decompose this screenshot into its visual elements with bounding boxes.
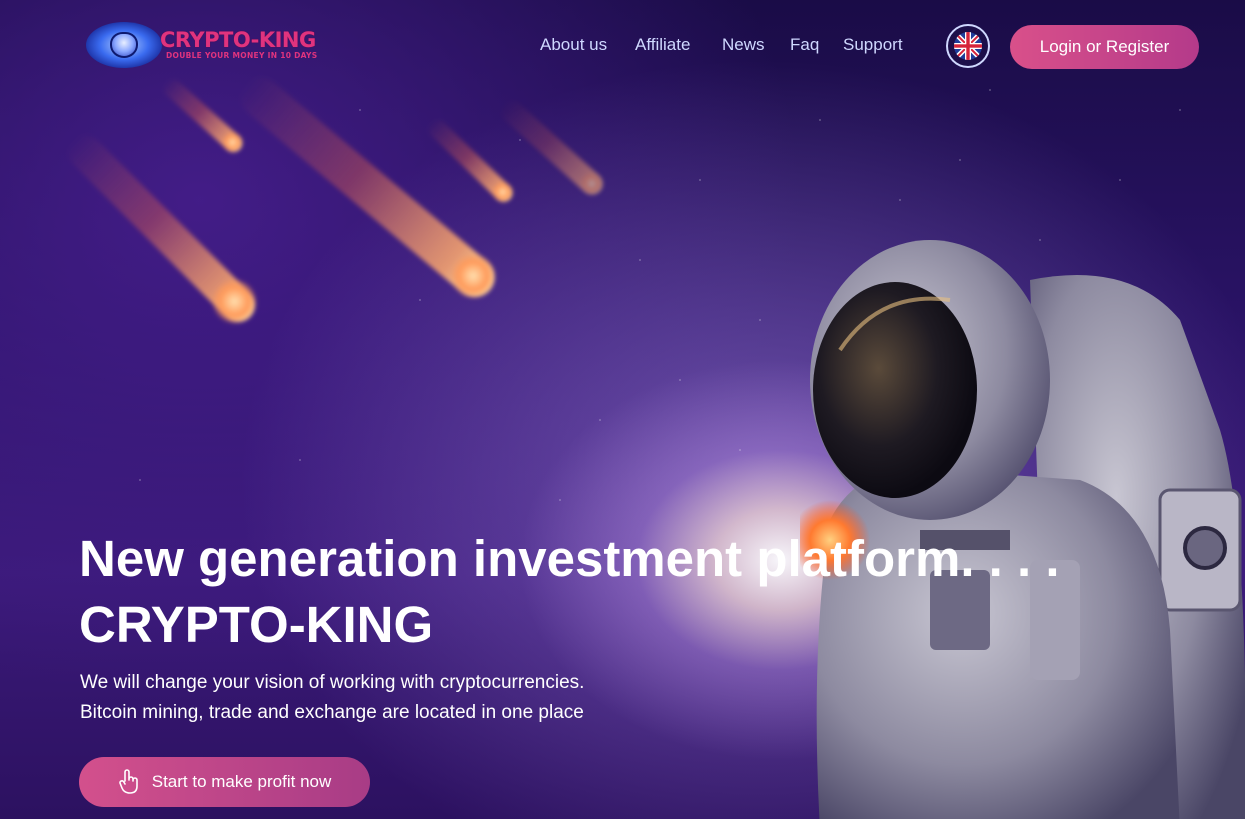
nav-affiliate[interactable]: Affiliate [635,35,690,55]
language-switcher[interactable] [946,24,990,68]
hero-title: New generation investment platform. . . … [79,526,1060,658]
hero-title-line1: New generation investment platform. . . … [79,530,1060,587]
hero-title-line2: CRYPTO-KING [79,596,434,653]
site-header: CRYPTO-KING DOUBLE YOUR MONEY IN 10 DAYS… [0,0,1245,92]
pointer-hand-icon [118,769,138,794]
start-profit-label: Start to make profit now [151,772,332,791]
logo-title: CRYPTO-KING [160,28,316,52]
hero-subtitle-line2: Bitcoin mining, trade and exchange are l… [80,702,584,723]
nav-about-us[interactable]: About us [540,35,607,55]
site-logo[interactable]: CRYPTO-KING DOUBLE YOUR MONEY IN 10 DAYS [86,22,326,68]
uk-flag-icon [954,32,982,60]
hero-subtitle-line1: We will change your vision of working wi… [80,672,585,693]
nav-support[interactable]: Support [843,35,903,55]
start-profit-button[interactable]: Start to make profit now [79,757,370,807]
hero-subtitle: We will change your vision of working wi… [80,668,584,728]
nav-news[interactable]: News [722,35,765,55]
nav-faq[interactable]: Faq [790,35,819,55]
astronaut-illustration [800,240,1245,819]
lion-logo-icon [86,22,162,68]
logo-tagline: DOUBLE YOUR MONEY IN 10 DAYS [166,51,318,60]
login-register-button[interactable]: Login or Register [1010,25,1199,69]
